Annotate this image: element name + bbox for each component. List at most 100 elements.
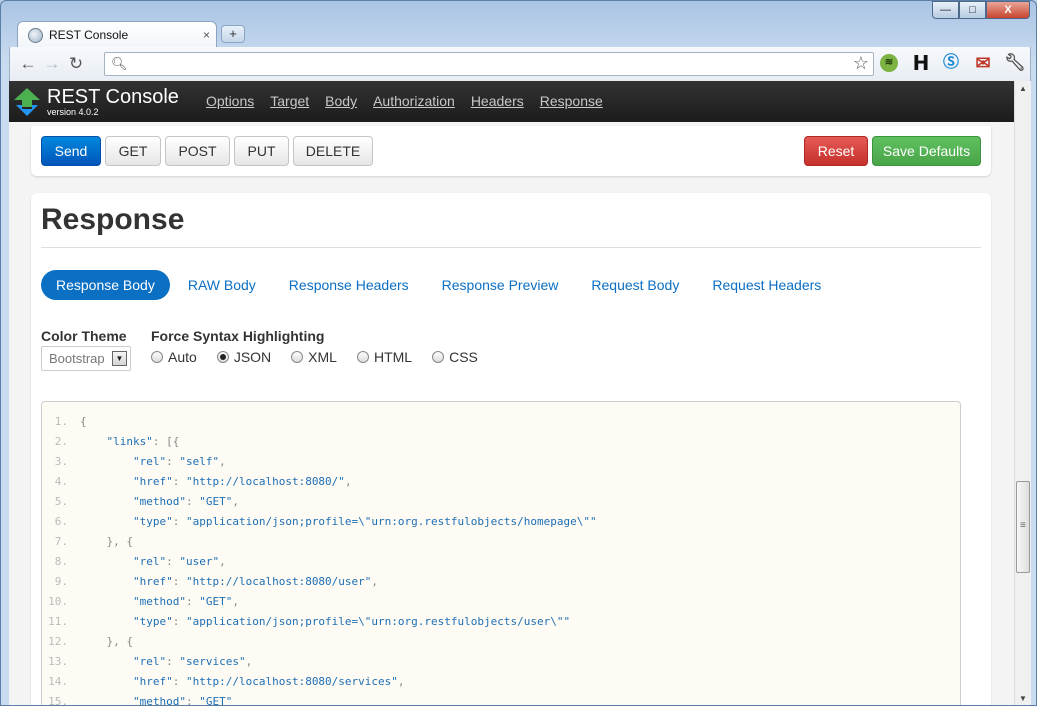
tab-response-headers[interactable]: Response Headers <box>274 270 424 300</box>
menu-body[interactable]: Body <box>325 93 357 109</box>
radio-xml[interactable]: XML <box>291 349 337 365</box>
tab-strip: REST Console × + <box>9 19 1029 48</box>
code-line: 2 "links": [{ <box>42 432 960 452</box>
line-number: 15 <box>42 692 80 705</box>
menu-headers[interactable]: Headers <box>471 93 524 109</box>
line-number: 11 <box>42 612 80 632</box>
page-content: Send GET POST PUT DELETE Reset Save Defa… <box>9 122 1014 705</box>
code-line: 11 "type": "application/json;profile=\"u… <box>42 612 960 632</box>
code-line: 1{ <box>42 412 960 432</box>
radio-checked-icon <box>216 351 229 363</box>
reload-icon[interactable]: ↻ <box>64 52 88 76</box>
address-bar[interactable]: 🔍︎ ☆ <box>104 52 874 76</box>
gmail-icon[interactable]: ✉ <box>972 52 994 74</box>
scrollbar-thumb[interactable] <box>1016 481 1030 573</box>
h-icon[interactable]: H <box>910 52 932 74</box>
radio-icon <box>291 351 304 363</box>
rest-console-logo-icon <box>14 88 40 116</box>
line-number: 13 <box>42 652 80 672</box>
app-version: version 4.0.2 <box>47 107 99 117</box>
tab-raw-body[interactable]: RAW Body <box>173 270 271 300</box>
code-line: 8 "rel": "user", <box>42 552 960 572</box>
code-line: 15 "method": "GET" <box>42 692 960 705</box>
color-theme-label: Color Theme <box>41 328 127 344</box>
radio-auto[interactable]: Auto <box>151 349 197 365</box>
tab-request-body[interactable]: Request Body <box>576 270 694 300</box>
post-button[interactable]: POST <box>165 136 230 166</box>
close-window-button[interactable]: X <box>986 1 1030 19</box>
line-number: 7 <box>42 532 80 552</box>
line-number: 5 <box>42 492 80 512</box>
radio-json[interactable]: JSON <box>216 349 271 365</box>
app-navbar: REST Console version 4.0.2 Options Targe… <box>9 81 1014 122</box>
put-button[interactable]: PUT <box>234 136 289 166</box>
menu-response[interactable]: Response <box>540 93 603 109</box>
radio-label: CSS <box>449 349 478 365</box>
save-defaults-button[interactable]: Save Defaults <box>872 136 981 166</box>
app-title: REST Console <box>47 86 179 108</box>
page-scrollbar[interactable]: ▲ ▼ <box>1014 81 1031 705</box>
syntax-radio-group: Auto JSON XML HTML CSS <box>151 349 498 365</box>
menu-target[interactable]: Target <box>270 93 309 109</box>
radio-html[interactable]: HTML <box>356 349 413 365</box>
new-tab-button[interactable]: + <box>221 25 245 43</box>
delete-button[interactable]: DELETE <box>293 136 373 166</box>
code-text: "type": "application/json;profile=\"urn:… <box>132 615 571 628</box>
code-line: 5 "method": "GET", <box>42 492 960 512</box>
tab-response-body[interactable]: Response Body <box>41 270 170 300</box>
wrench-icon[interactable]: 🔧︎ <box>1004 52 1026 74</box>
response-tabs: Response Body RAW Body Response Headers … <box>41 270 839 300</box>
line-number: 10 <box>42 592 80 612</box>
code-text: "href": "http://localhost:8080/user", <box>132 575 379 588</box>
code-text: "href": "http://localhost:8080/", <box>132 475 352 488</box>
radio-label: HTML <box>373 349 413 365</box>
globe-icon <box>28 27 43 43</box>
scroll-down-icon[interactable]: ▼ <box>1015 691 1031 705</box>
skype-icon[interactable]: Ⓢ <box>940 52 962 74</box>
tab-request-headers[interactable]: Request Headers <box>697 270 836 300</box>
code-text: }, { <box>106 535 134 548</box>
menu-options[interactable]: Options <box>206 93 254 109</box>
color-theme-value: Bootstrap <box>49 351 105 366</box>
tab-close-icon[interactable]: × <box>203 28 210 42</box>
url-input[interactable] <box>129 53 829 75</box>
response-body-code[interactable]: 1{2 "links": [{3 "rel": "self",4 "href":… <box>41 401 961 705</box>
line-number: 2 <box>42 432 80 452</box>
browser-tab-rest-console[interactable]: REST Console × <box>17 21 217 48</box>
get-button[interactable]: GET <box>105 136 161 166</box>
chevron-down-icon: ▼ <box>112 351 127 366</box>
forward-icon[interactable]: → <box>40 52 64 76</box>
code-line: 14 "href": "http://localhost:8080/servic… <box>42 672 960 692</box>
line-number: 8 <box>42 552 80 572</box>
line-number: 12 <box>42 632 80 652</box>
radio-label: Auto <box>168 349 197 365</box>
code-text: "method": "GET", <box>132 495 239 508</box>
spotify-icon[interactable]: ≋ <box>880 54 898 72</box>
code-text: { <box>80 415 87 428</box>
reset-button[interactable]: Reset <box>804 136 868 166</box>
back-icon[interactable]: ← <box>16 52 40 76</box>
code-line: 3 "rel": "self", <box>42 452 960 472</box>
response-title: Response <box>41 203 185 236</box>
search-icon: 🔍︎ <box>111 56 128 71</box>
code-text: }, { <box>106 635 134 648</box>
code-text: "links": [{ <box>106 435 180 448</box>
star-icon[interactable]: ☆ <box>853 53 869 74</box>
tab-response-preview[interactable]: Response Preview <box>427 270 574 300</box>
action-bar: Send GET POST PUT DELETE Reset Save Defa… <box>31 126 991 176</box>
title-divider <box>41 247 981 248</box>
line-number: 14 <box>42 672 80 692</box>
window-controls: — □ X <box>932 1 1030 19</box>
send-button[interactable]: Send <box>41 136 101 166</box>
radio-css[interactable]: CSS <box>432 349 478 365</box>
code-text: "rel": "user", <box>132 555 226 568</box>
radio-icon <box>432 351 445 363</box>
maximize-button[interactable]: □ <box>959 1 986 19</box>
scroll-up-icon[interactable]: ▲ <box>1015 81 1031 97</box>
color-theme-select[interactable]: Bootstrap ▼ <box>41 346 131 371</box>
code-text: "href": "http://localhost:8080/services"… <box>132 675 405 688</box>
menu-authorization[interactable]: Authorization <box>373 93 455 109</box>
response-panel: Response Response Body RAW Body Response… <box>31 193 991 705</box>
code-text: "method": "GET", <box>132 595 239 608</box>
minimize-button[interactable]: — <box>932 1 959 19</box>
